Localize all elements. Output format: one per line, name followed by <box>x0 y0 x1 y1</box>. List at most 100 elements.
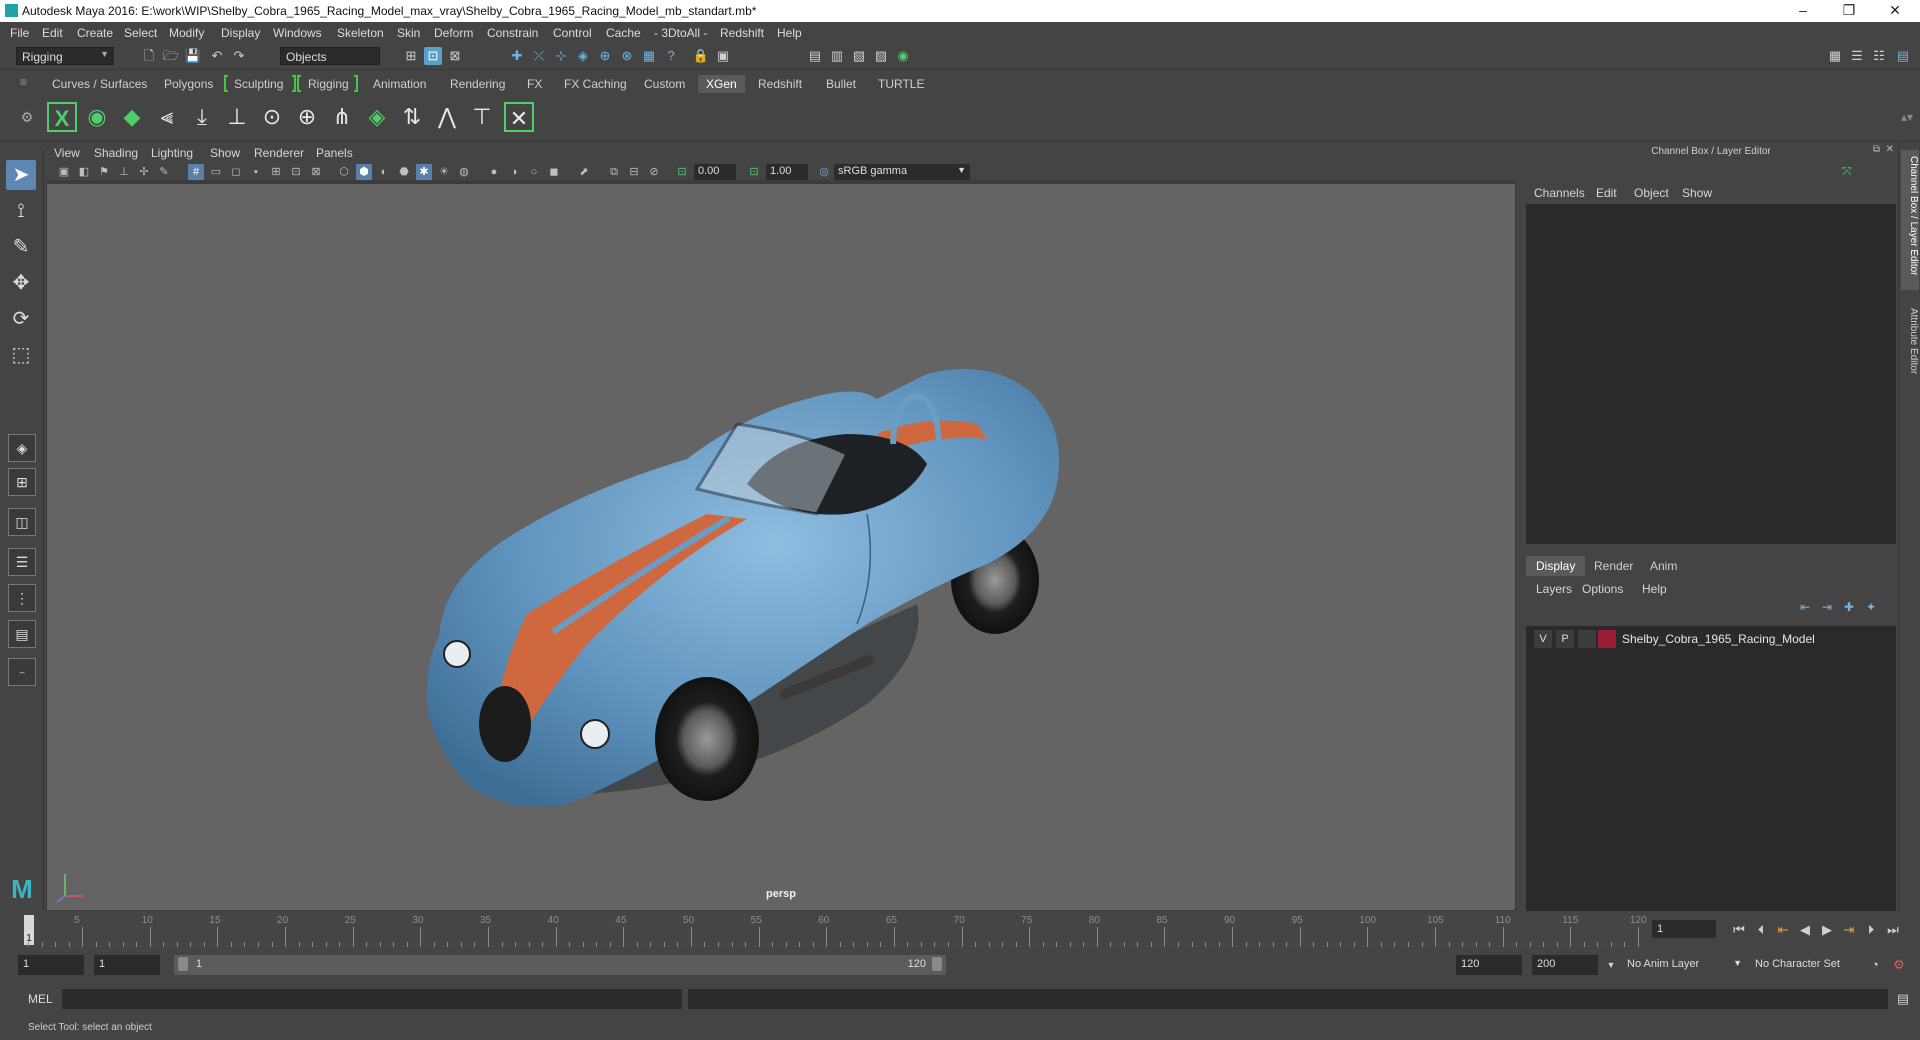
four-view-layout-icon[interactable]: ⊞ <box>8 468 36 496</box>
range-slider[interactable]: 1 120 <box>174 955 946 975</box>
menu-redshift[interactable]: Redshift <box>720 26 764 40</box>
object-menu[interactable]: Object <box>1634 186 1669 200</box>
move-tool-icon[interactable]: ✥ <box>6 268 36 298</box>
select-component-icon[interactable]: ⊠ <box>446 47 464 65</box>
smooth-shade-icon[interactable]: ⬢ <box>356 164 372 180</box>
tab-xgen[interactable]: XGen <box>698 75 745 93</box>
isolate-select-icon[interactable]: ◼ <box>546 164 562 180</box>
move-layer-down-icon[interactable]: ⇥ <box>1822 600 1832 614</box>
bookmark-icon[interactable]: ⚑ <box>96 164 112 180</box>
move-layer-up-icon[interactable]: ⇤ <box>1800 600 1810 614</box>
xgen-lock-icon[interactable]: ⊕ <box>292 102 322 132</box>
wireframe-icon[interactable]: ⬡ <box>336 164 352 180</box>
gamma-icon[interactable]: ⊡ <box>746 164 762 180</box>
rotate-tool-icon[interactable]: ⟳ <box>6 304 36 334</box>
tab-animation[interactable]: Animation <box>365 75 434 93</box>
tab-channel-box[interactable]: Channel Box / Layer Editor <box>1901 150 1919 290</box>
single-view-layout-icon[interactable]: ◈ <box>8 434 36 462</box>
tab-render[interactable]: Render <box>1584 556 1643 576</box>
construction-history-icon[interactable]: ▣ <box>714 47 732 65</box>
panel-menu-renderer[interactable]: Renderer <box>254 146 304 160</box>
layers-menu[interactable]: Layers <box>1536 582 1572 596</box>
resolution-gate-icon[interactable]: ◻ <box>228 164 244 180</box>
snap-view-plane-icon[interactable]: ◈ <box>574 47 592 65</box>
range-start-handle[interactable] <box>178 957 188 971</box>
tab-sculpting[interactable]: Sculpting <box>226 75 291 93</box>
xray-icon[interactable]: ⬈ <box>576 164 592 180</box>
xgen-preview-icon[interactable]: ◉ <box>82 102 112 132</box>
xgen-bend-icon[interactable]: ⋀ <box>432 102 462 132</box>
tab-redshift[interactable]: Redshift <box>750 75 810 93</box>
channel-box-toggle-icon[interactable]: ▤ <box>1894 47 1912 65</box>
xgen-grooming-icon[interactable]: ✕ <box>504 102 534 132</box>
safe-title-icon[interactable]: ⊠ <box>308 164 324 180</box>
select-hierarchy-icon[interactable]: ⊞ <box>402 47 420 65</box>
layer-visibility-toggle[interactable]: V <box>1534 630 1552 648</box>
playback-end-field[interactable]: 120 <box>1456 955 1522 975</box>
minimize-button[interactable]: – <box>1780 0 1826 22</box>
exposure-icon[interactable]: ⊡ <box>674 164 690 180</box>
new-layer-icon[interactable]: ✚ <box>1844 600 1854 614</box>
character-set-dropdown[interactable]: No Character Set <box>1750 955 1866 975</box>
grid-toggle-icon[interactable]: # <box>188 164 204 180</box>
auto-key-icon[interactable]: ◔ <box>1866 956 1884 974</box>
menu-create[interactable]: Create <box>77 26 113 40</box>
xgen-length-icon[interactable]: ⊤ <box>467 102 497 132</box>
shelf-menu-icon[interactable]: ≡ <box>20 75 27 93</box>
close-panel-icon[interactable]: ✕ <box>1886 144 1894 155</box>
layer-row[interactable]: V P Shelby_Cobra_1965_Racing_Model <box>1534 630 1892 648</box>
animation-end-field[interactable]: 200 <box>1532 955 1598 975</box>
tab-fx[interactable]: FX <box>519 75 550 93</box>
camera-attributes-icon[interactable]: ◧ <box>76 164 92 180</box>
tab-fx-caching[interactable]: FX Caching <box>556 75 635 93</box>
scale-tool-icon[interactable]: ⬚ <box>6 340 36 370</box>
menu-help[interactable]: Help <box>777 26 802 40</box>
menu-cache[interactable]: Cache <box>606 26 641 40</box>
menu-file[interactable]: File <box>10 26 29 40</box>
xgen-guides-icon[interactable]: ⫷ <box>152 102 182 132</box>
menu-windows[interactable]: Windows <box>273 26 322 40</box>
selection-mode-dropdown[interactable]: Objects <box>280 47 380 65</box>
layer-name[interactable]: Shelby_Cobra_1965_Racing_Model <box>1622 632 1815 646</box>
exposure-field[interactable]: 0.00 <box>694 164 736 180</box>
film-gate-icon[interactable]: ▭ <box>208 164 224 180</box>
snap-grid-icon[interactable]: ✚ <box>508 47 526 65</box>
float-panel-icon[interactable]: ⧉ <box>1873 144 1880 155</box>
xray-components-icon[interactable]: ⊟ <box>626 164 642 180</box>
new-scene-icon[interactable]: 🗋 <box>140 47 158 65</box>
select-camera-icon[interactable]: ▣ <box>56 164 72 180</box>
xgen-layer-icon[interactable]: ◈ <box>362 102 392 132</box>
menu-skeleton[interactable]: Skeleton <box>337 26 384 40</box>
layer-playback-toggle[interactable]: P <box>1556 630 1574 648</box>
view-transform-dropdown[interactable]: sRGB gamma ▼ <box>834 164 970 180</box>
panel-menu-view[interactable]: View <box>54 146 80 160</box>
help-menu[interactable]: Help <box>1642 582 1667 596</box>
panel-menu-show[interactable]: Show <box>210 146 240 160</box>
edit-menu[interactable]: Edit <box>1596 186 1617 200</box>
time-slider[interactable]: 1 5 10 15 20 25 30 35 40 45 50 55 60 65 70 75 80 85 90 95 1… <box>22 913 1647 947</box>
panel-menu-lighting[interactable]: Lighting <box>151 146 193 160</box>
layer-color-swatch[interactable] <box>1598 630 1616 648</box>
new-layer-selected-icon[interactable]: ✦ <box>1866 600 1876 614</box>
command-language-label[interactable]: MEL <box>28 992 53 1006</box>
xgen-place-icon[interactable]: ⊥ <box>222 102 252 132</box>
render-settings-icon[interactable]: ▨ <box>872 47 890 65</box>
menu-edit[interactable]: Edit <box>42 26 63 40</box>
use-all-lights-icon[interactable]: ✱ <box>416 164 432 180</box>
animation-prefs-icon[interactable]: ⚙ <box>1890 956 1908 974</box>
gamma-field[interactable]: 1.00 <box>766 164 808 180</box>
menu-3dtoall[interactable]: - 3DtoAll - <box>654 26 707 40</box>
current-frame-field[interactable]: 1 <box>1652 920 1716 938</box>
depth-of-field-icon[interactable]: ○ <box>526 164 542 180</box>
image-plane-icon[interactable]: ⊥ <box>116 164 132 180</box>
xgen-cut-icon[interactable]: ⋔ <box>327 102 357 132</box>
step-back-frame-icon[interactable]: ⏴ <box>1752 921 1770 939</box>
range-options-icon[interactable]: ▼ <box>1602 956 1620 974</box>
step-forward-key-icon[interactable]: ⇥ <box>1840 921 1858 939</box>
viewport-persp[interactable]: persp <box>46 183 1516 911</box>
range-end-handle[interactable] <box>932 957 942 971</box>
go-to-end-icon[interactable]: ⏭ <box>1884 921 1902 939</box>
panel-menu-panels[interactable]: Panels <box>316 146 353 160</box>
hypershade-layout-icon[interactable]: ▤ <box>8 620 36 648</box>
color-management-icon[interactable]: ◎ <box>816 164 832 180</box>
